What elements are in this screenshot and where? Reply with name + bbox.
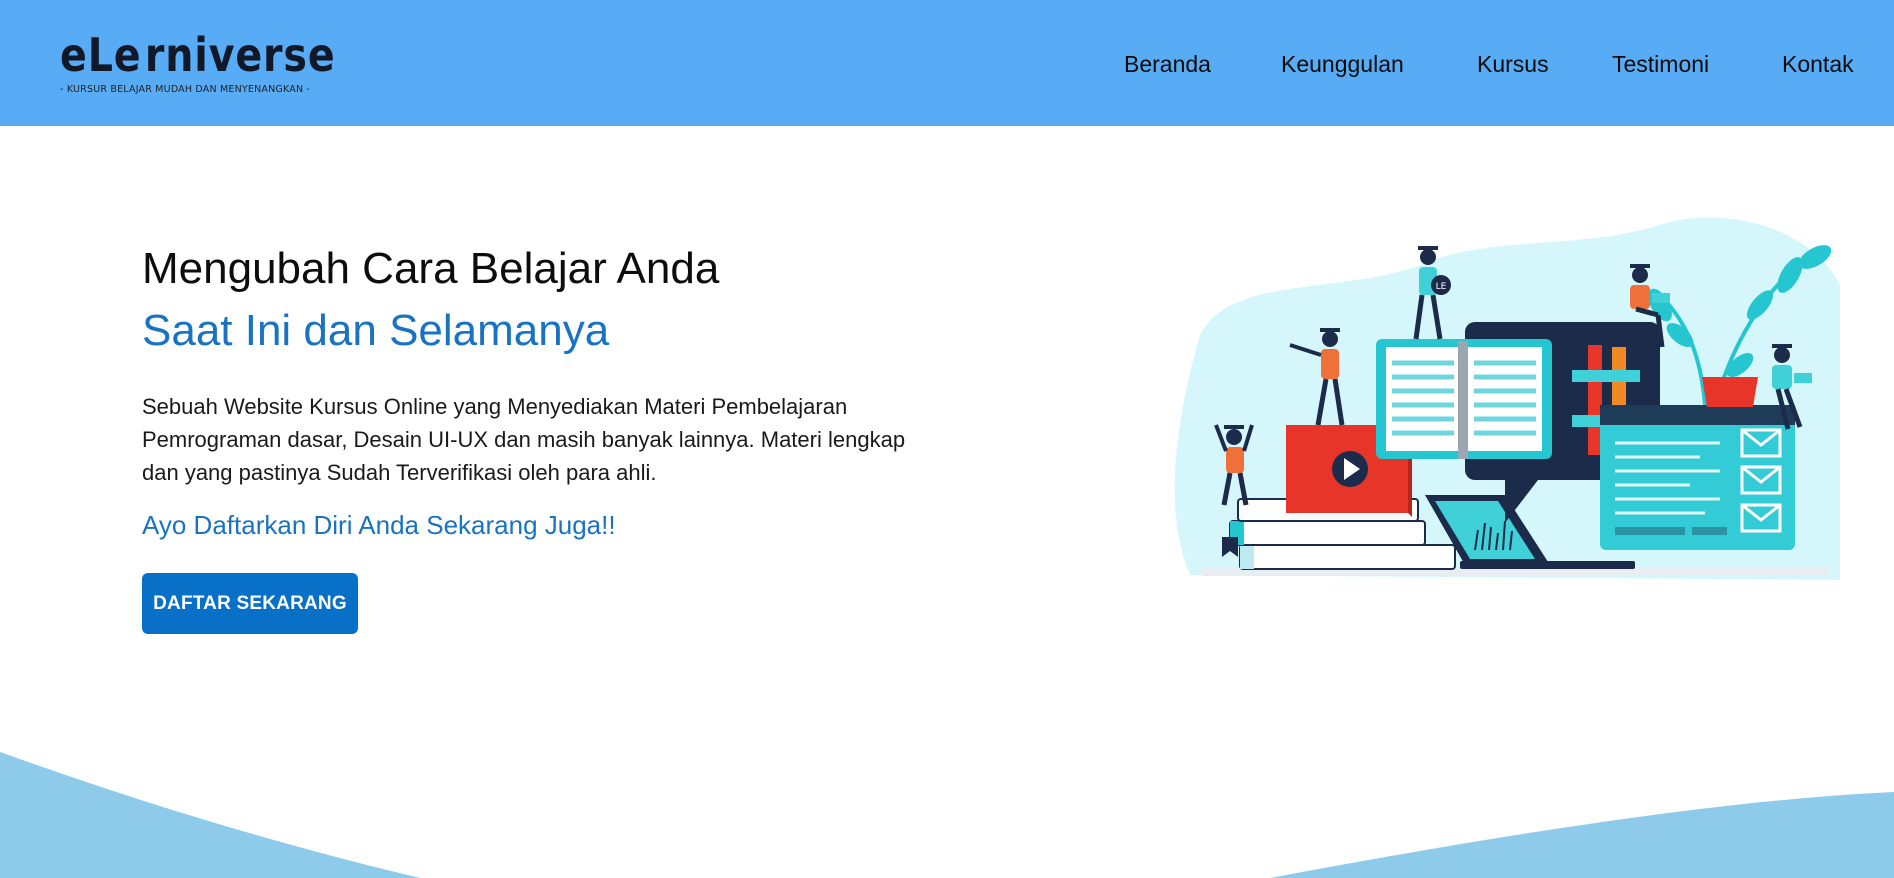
main-nav: Beranda Keunggulan Kursus Testimoni Kont… <box>0 47 1894 81</box>
hero-description: Sebuah Website Kursus Online yang Menyed… <box>142 394 906 485</box>
hero-illustration: LE <box>1174 217 1840 580</box>
hero-title: Mengubah Cara Belajar Anda <box>142 244 720 293</box>
nav-item-kursus[interactable]: Kursus <box>1477 47 1549 81</box>
nav-item-keunggulan[interactable]: Keunggulan <box>1281 47 1404 81</box>
bottom-wave <box>0 752 1894 878</box>
nav-item-testimoni[interactable]: Testimoni <box>1612 47 1709 81</box>
hero-cta-text: Ayo Daftarkan Diri Anda Sekarang Juga!! <box>142 510 616 540</box>
mail-card <box>1600 405 1795 550</box>
register-button[interactable]: DAFTAR SEKARANG <box>142 573 358 634</box>
site-header: eLe rniverse - KURSUR BELAJAR MUDAH DAN … <box>0 0 1894 126</box>
hero-subtitle: Saat Ini dan Selamanya <box>142 306 610 355</box>
illustration-badge-text: LE <box>1436 282 1447 292</box>
logo-tagline: - KURSUR BELAJAR MUDAH DAN MENYENANGKAN … <box>60 84 311 95</box>
nav-item-kontak[interactable]: Kontak <box>1782 47 1854 81</box>
nav-item-beranda[interactable]: Beranda <box>1124 47 1211 81</box>
